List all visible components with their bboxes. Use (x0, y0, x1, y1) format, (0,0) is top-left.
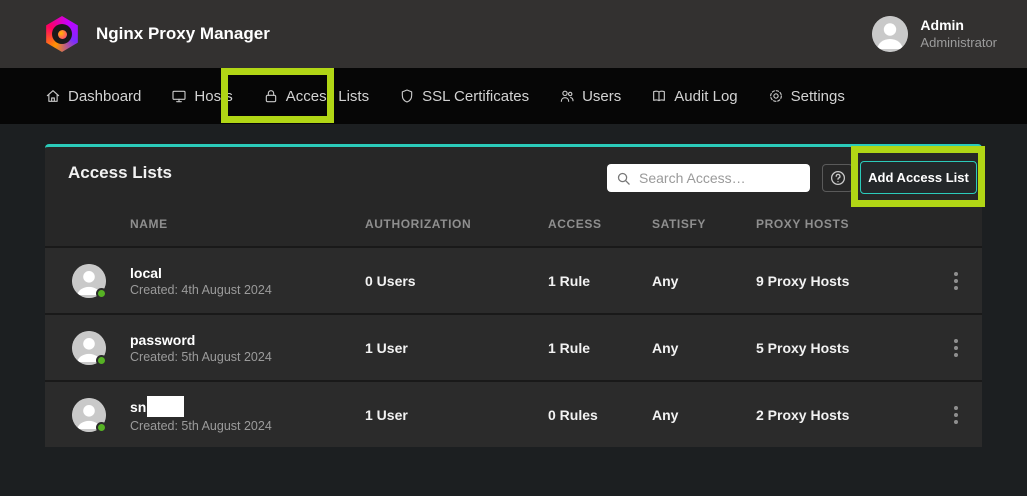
status-dot (96, 288, 107, 299)
proxy-hosts-cell: 2 Proxy Hosts (756, 407, 948, 423)
nav-item-label: Access Lists (286, 88, 369, 105)
nav-item-settings[interactable]: Settings (768, 88, 845, 105)
app-logo-ring (52, 24, 72, 44)
nav-item-ssl-certificates[interactable]: SSL Certificates (399, 88, 529, 105)
created-date: Created: 5th August 2024 (130, 350, 365, 364)
book-icon (651, 88, 667, 104)
access-lists-card: Access Lists Add Access List NAME AUTHOR… (45, 144, 982, 447)
nav-item-label: SSL Certificates (422, 88, 529, 105)
authorization-cell: 1 User (365, 340, 548, 356)
nav-item-label: Hosts (194, 88, 232, 105)
app-logo-core (58, 30, 67, 39)
user-menu[interactable]: Admin Administrator (872, 16, 997, 52)
nav-item-hosts[interactable]: Hosts (171, 88, 232, 105)
table-row[interactable]: password Created: 5th August 2024 1 User… (45, 313, 982, 380)
authorization-cell: 0 Users (365, 273, 548, 289)
lock-icon (263, 88, 279, 104)
nav-item-label: Users (582, 88, 621, 105)
access-list-name: password (130, 332, 365, 348)
created-date: Created: 5th August 2024 (130, 419, 365, 433)
user-avatar (872, 16, 908, 52)
add-access-list-button[interactable]: Add Access List (860, 161, 977, 194)
app-logo (44, 16, 80, 52)
table-row[interactable]: local Created: 4th August 2024 0 Users 1… (45, 246, 982, 313)
column-header-proxy-hosts: PROXY HOSTS (756, 217, 948, 231)
nav-item-access-lists[interactable]: Access Lists (263, 88, 369, 105)
nav-item-users[interactable]: Users (559, 88, 621, 105)
page-title: Access Lists (68, 163, 172, 183)
row-menu-kebab-icon[interactable] (948, 339, 964, 357)
search-input[interactable] (639, 170, 801, 186)
satisfy-cell: Any (652, 273, 756, 289)
access-list-avatar (72, 264, 106, 298)
name-cell: local Created: 4th August 2024 (130, 265, 365, 297)
status-dot (96, 422, 107, 433)
column-header-authorization: AUTHORIZATION (365, 217, 548, 231)
satisfy-cell: Any (652, 340, 756, 356)
search-icon (616, 171, 631, 186)
column-header-name: NAME (130, 217, 365, 231)
search-box (607, 164, 810, 192)
proxy-hosts-cell: 5 Proxy Hosts (756, 340, 948, 356)
table-header: NAME AUTHORIZATION ACCESS SATISFY PROXY … (45, 201, 982, 246)
redaction-box (147, 396, 184, 417)
row-menu-kebab-icon[interactable] (948, 272, 964, 290)
nav-item-audit-log[interactable]: Audit Log (651, 88, 737, 105)
column-header-access: ACCESS (548, 217, 652, 231)
status-dot (96, 355, 107, 366)
access-list-name: sn (130, 399, 146, 415)
app-title: Nginx Proxy Manager (96, 24, 270, 44)
user-name: Admin (920, 17, 997, 35)
access-cell: 1 Rule (548, 340, 652, 356)
name-cell: password Created: 5th August 2024 (130, 332, 365, 364)
nav-item-label: Dashboard (68, 88, 141, 105)
content-area: Access Lists Add Access List NAME AUTHOR… (0, 124, 1027, 496)
access-cell: 0 Rules (548, 407, 652, 423)
created-date: Created: 4th August 2024 (130, 283, 365, 297)
help-button[interactable] (822, 164, 853, 192)
shield-icon (399, 88, 415, 104)
access-list-name: local (130, 265, 365, 281)
access-list-avatar (72, 398, 106, 432)
authorization-cell: 1 User (365, 407, 548, 423)
user-role: Administrator (920, 35, 997, 51)
nav-item-label: Audit Log (674, 88, 737, 105)
app-header: Nginx Proxy Manager Admin Administrator (0, 0, 1027, 68)
users-icon (559, 88, 575, 104)
main-nav: Dashboard Hosts Access Lists SSL Certifi… (0, 68, 1027, 124)
card-header: Access Lists Add Access List (45, 147, 982, 201)
satisfy-cell: Any (652, 407, 756, 423)
nav-item-label: Settings (791, 88, 845, 105)
column-header-satisfy: SATISFY (652, 217, 756, 231)
gear-icon (768, 88, 784, 104)
row-menu-kebab-icon[interactable] (948, 406, 964, 424)
table-row[interactable]: sn Created: 5th August 2024 1 User 0 Rul… (45, 380, 982, 447)
question-mark-circle-icon (829, 169, 847, 187)
access-list-avatar (72, 331, 106, 365)
monitor-icon (171, 88, 187, 104)
name-cell: sn Created: 5th August 2024 (130, 396, 365, 433)
home-icon (45, 88, 61, 104)
proxy-hosts-cell: 9 Proxy Hosts (756, 273, 948, 289)
nav-item-dashboard[interactable]: Dashboard (45, 88, 141, 105)
access-cell: 1 Rule (548, 273, 652, 289)
